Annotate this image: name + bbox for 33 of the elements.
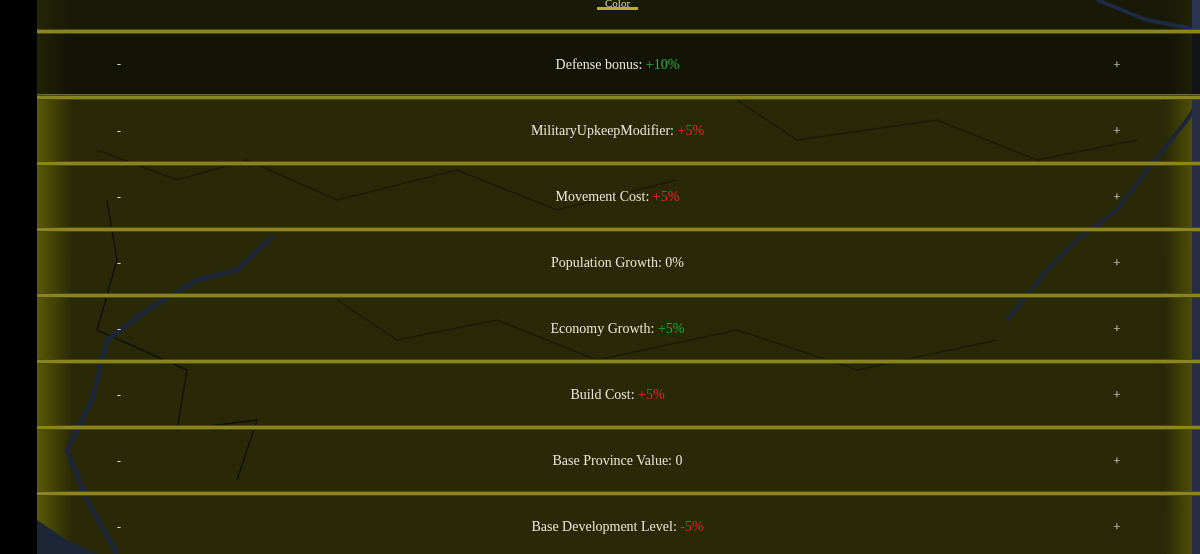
increase-button[interactable]: + — [1112, 388, 1122, 401]
modifier-text: Base Development Level: -5% — [531, 518, 704, 536]
modifier-text: MilitaryUpkeepModifier: +5% — [530, 122, 705, 140]
increase-button[interactable]: + — [1112, 124, 1122, 137]
modifier-row[interactable]: - Population Growth: 0% + — [37, 232, 1200, 293]
decrease-button[interactable]: - — [115, 520, 123, 533]
modifier-text: Build Cost: +5% — [570, 386, 665, 404]
decrease-button[interactable]: - — [115, 256, 123, 269]
modifier-text: Defense bonus: +10% — [555, 55, 680, 74]
decrease-button[interactable]: - — [115, 124, 123, 137]
increase-button[interactable]: + — [1112, 322, 1122, 335]
modifier-text: Movement Cost: +5% — [555, 188, 680, 206]
increase-button[interactable]: + — [1112, 454, 1122, 467]
increase-button[interactable]: + — [1112, 256, 1122, 269]
increase-button[interactable]: + — [1112, 190, 1122, 203]
modifier-row[interactable]: - Economy Growth: +5% + — [37, 298, 1200, 359]
modifier-row[interactable]: - Base Development Level: -5% + — [37, 496, 1200, 554]
increase-button[interactable]: + — [1112, 57, 1122, 71]
increase-button[interactable]: + — [1112, 520, 1122, 533]
modifier-text: Base Province Value: 0 — [552, 452, 683, 470]
decrease-button[interactable]: - — [115, 454, 123, 467]
modifier-row[interactable]: - MilitaryUpkeepModifier: +5% + — [37, 100, 1200, 161]
decrease-button[interactable]: - — [115, 322, 123, 335]
decrease-button[interactable]: - — [115, 388, 123, 401]
tab[interactable]: Color — [597, 0, 639, 10]
modifier-text: Population Growth: 0% — [551, 254, 684, 272]
decrease-button[interactable]: - — [115, 58, 123, 70]
modifier-row[interactable]: - Base Province Value: 0 + — [37, 430, 1200, 491]
decrease-button[interactable]: - — [115, 190, 123, 203]
modifier-row[interactable]: - Defense bonus: +10% + — [37, 34, 1200, 95]
modifier-row[interactable]: - Build Cost: +5% + — [37, 364, 1200, 425]
modifier-row[interactable]: - Movement Cost: +5% + — [37, 166, 1200, 227]
modifier-text: Economy Growth: +5% — [550, 320, 685, 338]
